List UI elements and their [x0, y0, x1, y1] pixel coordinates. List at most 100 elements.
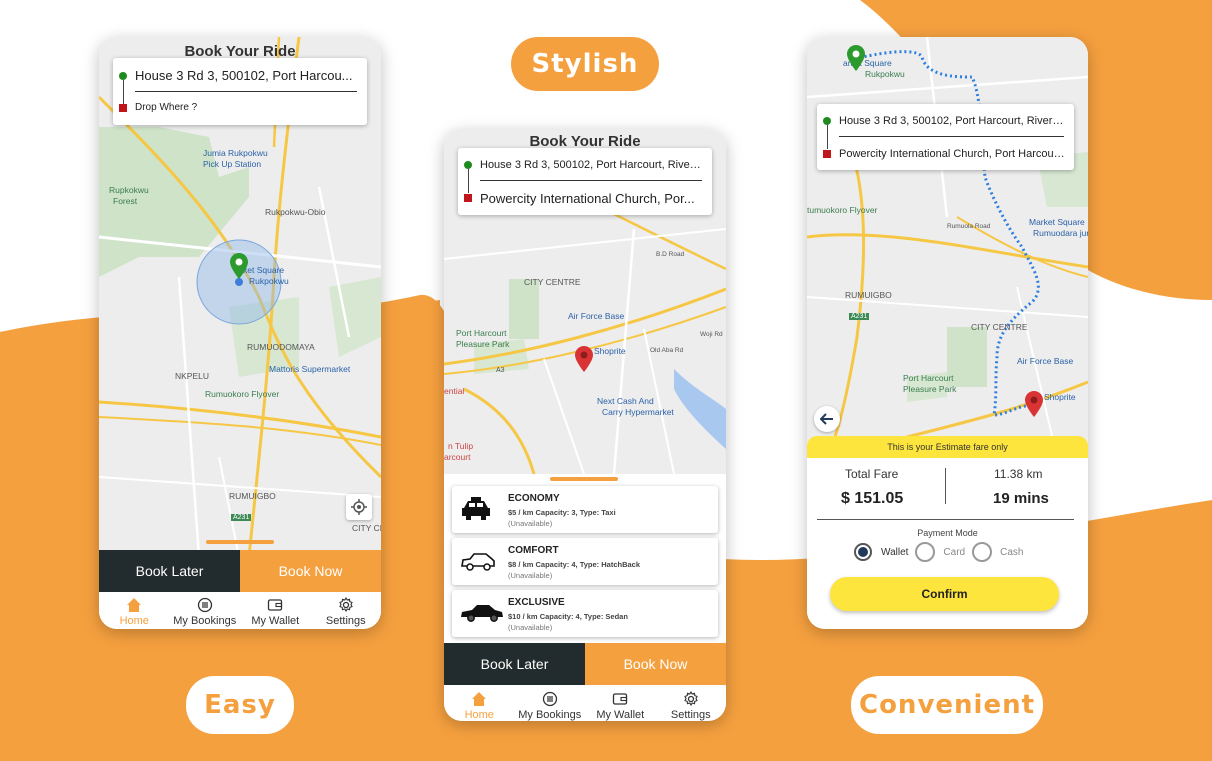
- nav-label: My Wallet: [596, 709, 645, 721]
- drag-handle[interactable]: [550, 477, 618, 481]
- map-label: Next Cash And: [597, 396, 654, 406]
- ride-option-comfort[interactable]: COMFORT $8 / km Capacity: 4, Type: Hatch…: [452, 538, 718, 585]
- hatchback-icon: [461, 553, 495, 571]
- location-box: House 3 Rd 3, 500102, Port Harcourt, Riv…: [458, 148, 712, 215]
- map-label: Port Harcourt: [456, 328, 507, 338]
- ride-status: (Unavailable): [508, 571, 553, 580]
- phone-stylish: CITY CENTRE Air Force Base Port Harcourt…: [444, 129, 726, 721]
- nav-label: My Wallet: [251, 615, 300, 627]
- ride-detail: $10 / km Capacity: 4, Type: Sedan: [508, 612, 628, 621]
- bottom-nav: Home My Bookings My Wallet Settings: [99, 592, 381, 629]
- nav-my-wallet[interactable]: My Wallet: [585, 685, 656, 721]
- divider: [839, 136, 1064, 137]
- payment-card[interactable]: Card: [915, 542, 965, 562]
- pickup-pin-icon: [847, 45, 865, 71]
- back-button[interactable]: [814, 406, 840, 432]
- nav-home[interactable]: Home: [99, 592, 170, 629]
- home-icon: [127, 598, 142, 612]
- pickup-dot-icon: [464, 161, 472, 169]
- total-fare-label: Total Fare: [845, 467, 899, 481]
- nav-my-bookings[interactable]: My Bookings: [170, 592, 241, 629]
- ride-name: EXCLUSIVE: [508, 597, 565, 608]
- map-label: Shoprite: [1044, 392, 1076, 402]
- nav-home[interactable]: Home: [444, 685, 515, 721]
- divider: [480, 180, 702, 181]
- duration-value: 19 mins: [993, 490, 1049, 507]
- payment-mode-label: Payment Mode: [917, 528, 978, 538]
- map-label: Mattoris Supermarket: [269, 364, 351, 374]
- nav-my-bookings[interactable]: My Bookings: [515, 685, 586, 721]
- phone-easy: Jumia Rukpokwu Pick Up Station Rupkokwu …: [99, 37, 381, 629]
- map-label: Pleasure Park: [456, 339, 510, 349]
- map-label: Port Harcourt: [903, 373, 954, 383]
- map-label: tumuokoro Flyover: [807, 205, 878, 215]
- nav-label: Home: [464, 709, 494, 721]
- my-location-button[interactable]: [346, 494, 372, 520]
- divider: [135, 91, 357, 92]
- pickup-field[interactable]: House 3 Rd 3, 500102, Port Harcourt, Riv…: [480, 159, 704, 171]
- location-box: House 3 Rd 3, 500102, Port Harcou... Dro…: [113, 58, 367, 125]
- map-label: ential: [444, 386, 465, 396]
- divider: [945, 468, 946, 504]
- drop-square-icon: [464, 194, 472, 202]
- map-label: Pleasure Park: [903, 384, 957, 394]
- nav-label: Settings: [325, 615, 366, 627]
- destination-pin-icon: [1025, 391, 1043, 417]
- road-shield: A3: [496, 367, 505, 374]
- nav-my-wallet[interactable]: My Wallet: [240, 592, 311, 629]
- map-label: arcourt: [444, 452, 471, 462]
- drop-field[interactable]: Powercity International Church, Port Har…: [839, 148, 1065, 160]
- payment-wallet[interactable]: Wallet: [854, 543, 908, 561]
- book-now-button[interactable]: Book Now: [585, 643, 726, 685]
- sedan-icon: [461, 605, 503, 622]
- book-later-button[interactable]: Book Later: [444, 643, 585, 685]
- confirm-button[interactable]: Confirm: [830, 577, 1059, 611]
- pickup-field[interactable]: House 3 Rd 3, 500102, Port Harcou...: [135, 68, 359, 83]
- ride-option-economy[interactable]: ECONOMY $5 / km Capacity: 3, Type: Taxi …: [452, 486, 718, 533]
- payment-option-label: Card: [943, 546, 966, 558]
- drag-handle[interactable]: [206, 540, 274, 544]
- map-label: B.D Road: [656, 251, 685, 258]
- map-label: Market Square: [1029, 217, 1085, 227]
- taxi-icon: [462, 497, 490, 520]
- payment-option-label: Cash: [1000, 546, 1024, 558]
- book-now-button[interactable]: Book Now: [240, 550, 381, 592]
- bottom-nav: Home My Bookings My Wallet Settings: [444, 685, 726, 721]
- route-connector: [827, 125, 828, 149]
- map-label: Shoprite: [594, 346, 626, 356]
- drop-square-icon: [823, 150, 831, 158]
- pickup-field[interactable]: House 3 Rd 3, 500102, Port Harcourt, Riv…: [839, 115, 1065, 127]
- nav-label: My Bookings: [518, 709, 582, 721]
- payment-options: Wallet Card Cash: [854, 542, 1023, 562]
- map-label: Rukpokwu: [865, 69, 905, 79]
- drop-field[interactable]: Drop Where ?: [135, 102, 359, 113]
- map-label: CITY CE: [352, 523, 381, 533]
- nav-label: My Bookings: [173, 615, 237, 627]
- wallet-icon: [613, 693, 628, 705]
- distance-value: 11.38 km: [994, 467, 1043, 481]
- pickup-dot-icon: [823, 117, 831, 125]
- booking-buttons: Book Later Book Now: [444, 643, 726, 685]
- phone-convenient: arket Square Rukpokwu tumuokoro Flyover …: [807, 37, 1088, 629]
- book-later-button[interactable]: Book Later: [99, 550, 240, 592]
- map-label: CITY CENTRE: [524, 277, 581, 287]
- destination-pin-icon: [575, 346, 593, 372]
- ride-name: ECONOMY: [508, 493, 560, 504]
- nav-settings[interactable]: Settings: [311, 592, 382, 629]
- arrow-left-icon: [820, 413, 833, 425]
- ride-option-exclusive[interactable]: EXCLUSIVE $10 / km Capacity: 4, Type: Se…: [452, 590, 718, 637]
- map-label: Rukpokwu: [249, 276, 289, 286]
- fare-panel: Total Fare $ 151.05 11.38 km 19 mins Pay…: [807, 458, 1088, 629]
- estimate-banner: This is your Estimate fare only: [807, 436, 1088, 458]
- map-label: NKPELU: [175, 371, 210, 381]
- nav-label: Home: [119, 615, 149, 627]
- nav-settings[interactable]: Settings: [656, 685, 727, 721]
- home-icon: [472, 692, 487, 706]
- location-box: House 3 Rd 3, 500102, Port Harcourt, Riv…: [817, 104, 1074, 170]
- ride-name: COMFORT: [508, 545, 559, 556]
- drop-field[interactable]: Powercity International Church, Por...: [480, 191, 704, 206]
- map-label: Forest: [113, 196, 138, 206]
- gear-icon: [338, 597, 353, 613]
- ride-status: (Unavailable): [508, 519, 553, 528]
- payment-cash[interactable]: Cash: [972, 542, 1023, 562]
